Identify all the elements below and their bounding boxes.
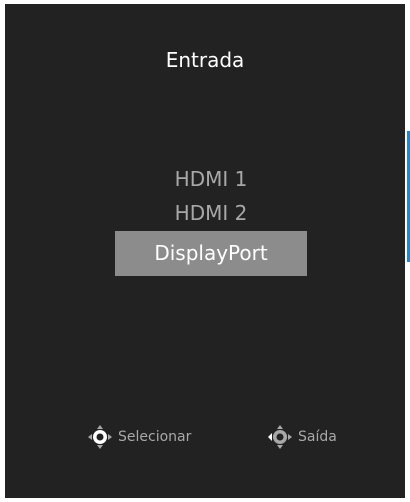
footer-exit-hint: Saída — [267, 424, 337, 450]
footer-select-hint: Selecionar — [87, 424, 191, 450]
input-source-list: HDMI 1 HDMI 2 DisplayPort — [115, 163, 307, 277]
joystick-left-icon — [267, 424, 293, 450]
input-option-hdmi-1[interactable]: HDMI 1 — [115, 163, 307, 196]
exit-label: Saída — [298, 429, 337, 445]
menu-title: Entrada — [165, 48, 245, 72]
select-label: Selecionar — [118, 429, 192, 445]
joystick-press-icon — [87, 424, 113, 450]
input-option-displayport[interactable]: DisplayPort — [115, 231, 307, 276]
input-option-hdmi-2[interactable]: HDMI 2 — [115, 197, 307, 230]
